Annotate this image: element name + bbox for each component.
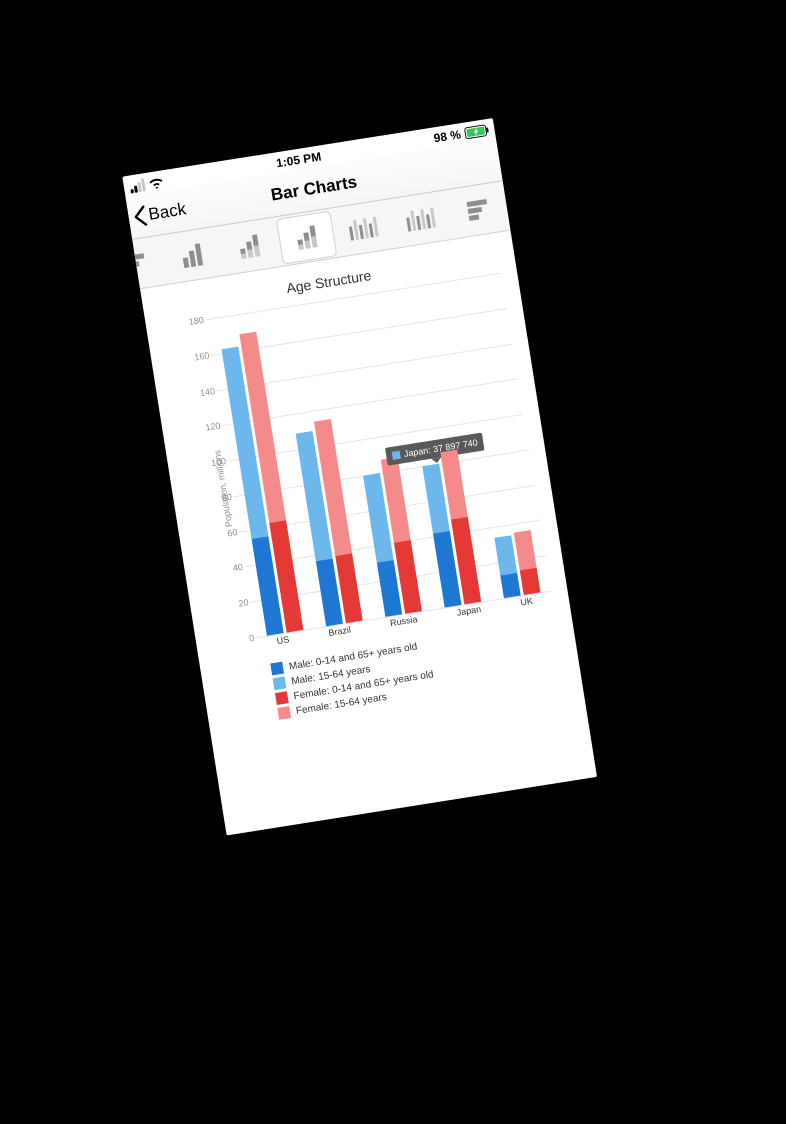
battery-percent: 98 % [432,127,461,145]
battery-charging-icon [463,123,489,139]
tooltip: Japan: 37 897 740 [384,432,484,465]
legend-swatch [274,691,288,705]
chart-type-bar-simple[interactable] [162,229,222,281]
bar-simple-icon [181,242,203,267]
x-tick-label: US [276,634,291,652]
chart-type-hbar-right[interactable] [447,184,507,236]
bar-group[interactable] [361,457,422,616]
legend-swatch [272,676,286,690]
chart-type-bar-stacked-2[interactable] [219,220,279,272]
hbar-right-icon [466,198,489,220]
legend-swatch [277,706,291,720]
x-tick-label: Japan [455,603,482,623]
chart-type-bar-stacked-3[interactable] [276,211,336,263]
hbar-peek-icon [132,253,146,275]
bar-stacked-3-icon [295,224,317,249]
wifi-icon [147,175,164,188]
chart-type-hbar-peek[interactable] [132,238,165,289]
bar-segment[interactable] [494,535,517,575]
bar-group[interactable] [219,331,303,635]
bar-grouped-icon [348,215,379,239]
chart-plot[interactable]: Population, millions 0204060801001201401… [183,272,553,658]
phone-screen: 1:05 PM 98 % Back Bar Charts [122,118,597,835]
chart-area: Age Structure Population, millions 02040… [140,230,581,737]
chevron-left-icon [131,203,148,227]
bar-group[interactable] [493,530,539,598]
bar-groups: Japan: 37 897 740 [205,272,551,637]
back-button[interactable]: Back [127,197,188,228]
tooltip-swatch [391,450,400,459]
bar-group[interactable] [294,419,362,626]
cellular-signal-icon [128,177,145,192]
bar-group[interactable]: Japan: 37 897 740 [420,449,481,607]
bar-segment[interactable] [499,572,519,598]
bar-grouped-alt-icon [405,206,436,230]
bar-stacked-2-icon [238,233,260,258]
x-tick-label: UK [519,595,534,613]
bar-segment[interactable] [513,530,536,570]
chart-type-bar-grouped-alt[interactable] [390,193,450,245]
chart-type-bar-grouped[interactable] [333,202,393,254]
back-label: Back [146,198,186,224]
legend-swatch [270,661,284,675]
bar-segment[interactable] [519,567,540,594]
x-tick-label: Brazil [327,624,352,643]
